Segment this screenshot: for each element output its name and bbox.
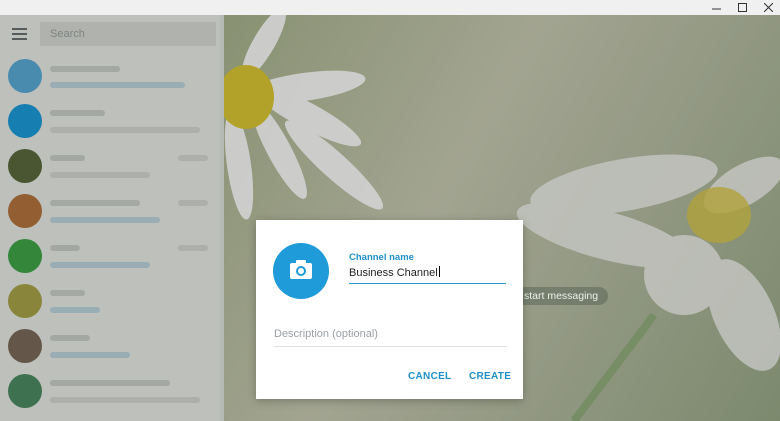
- channel-name-label: Channel name: [349, 252, 414, 263]
- channel-name-input[interactable]: Business Channel: [349, 265, 506, 284]
- camera-icon: [290, 260, 312, 279]
- maximize-icon[interactable]: [736, 0, 748, 15]
- create-channel-dialog: Channel name Business Channel Descriptio…: [256, 220, 523, 399]
- create-button[interactable]: CREATE: [469, 371, 511, 382]
- window-controls: [710, 0, 774, 15]
- close-icon[interactable]: [762, 0, 774, 15]
- cancel-button[interactable]: CANCEL: [408, 371, 451, 382]
- start-messaging-hint: start messaging: [514, 287, 609, 305]
- channel-name-value: Business Channel: [349, 267, 438, 279]
- minimize-icon[interactable]: [710, 0, 722, 15]
- text-caret: [438, 266, 440, 277]
- title-bar: [0, 0, 780, 15]
- description-input[interactable]: Description (optional): [274, 326, 507, 347]
- channel-photo-button[interactable]: [273, 243, 329, 299]
